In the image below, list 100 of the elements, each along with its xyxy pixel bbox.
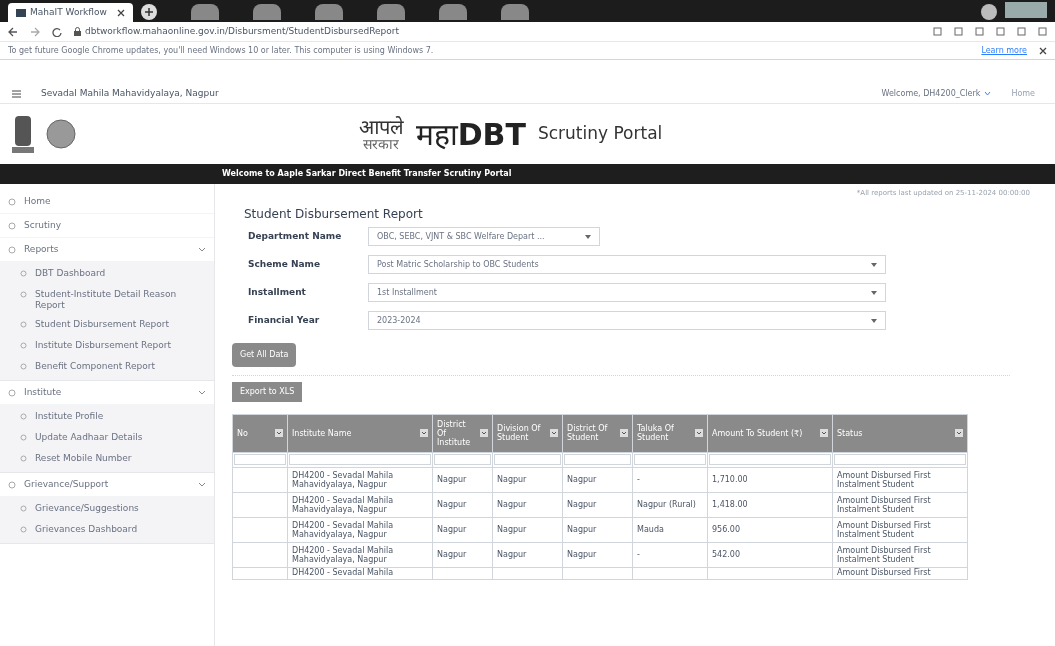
address-bar[interactable]: dbtworkflow.mahaonline.gov.in/Disbursment/StudentDisbursedReport <box>74 24 921 39</box>
table-cell: Amount Disbursed First Instalment Student <box>837 470 931 489</box>
sidebar-subitem[interactable]: Grievances Dashboard <box>0 520 214 541</box>
close-icon <box>1039 46 1047 55</box>
window-controls[interactable] <box>1005 2 1047 18</box>
column-header[interactable]: Division Of Student <box>492 414 563 452</box>
table-cell: Nagpur <box>437 525 467 534</box>
table-cell: 1,710.00 <box>712 475 748 484</box>
blurred-tab[interactable] <box>315 4 343 20</box>
table-cell: - <box>637 475 640 484</box>
filter-input[interactable] <box>289 454 431 465</box>
sidebar-item[interactable]: Home <box>0 190 214 214</box>
column-header[interactable]: Amount To Student (₹) <box>707 414 833 452</box>
menu-item-icon <box>8 197 16 206</box>
filter-input[interactable] <box>634 454 706 465</box>
field-label: Scheme Name <box>248 257 322 271</box>
blurred-tab[interactable] <box>439 4 467 20</box>
column-header[interactable]: Institute Name <box>287 414 433 452</box>
select-field[interactable]: Post Matric Scholarship to OBC Students <box>368 255 886 274</box>
sidebar-subitem[interactable]: Reset Mobile Number <box>0 449 214 470</box>
menu-item-icon <box>20 505 27 512</box>
sidebar-subitem[interactable]: Institute Profile <box>0 407 214 428</box>
table-cell: 542.00 <box>712 550 740 559</box>
export-button[interactable]: Export to XLS <box>232 381 303 402</box>
blurred-tab[interactable] <box>501 4 529 20</box>
logo-text: महा <box>415 115 458 154</box>
filter-icon <box>275 429 283 437</box>
filter-icon <box>550 429 558 437</box>
column-header[interactable]: District Of Institute <box>432 414 493 452</box>
table-cell: Nagpur <box>437 500 467 509</box>
caret-icon <box>585 234 591 239</box>
field-label: Financial Year <box>248 313 321 327</box>
table-cell: Amount Disbursed First Instalment Student <box>837 545 931 564</box>
table-cell: DH4200 - Sevadal Mahila Mahavidyalaya, Nagpur <box>292 545 394 564</box>
sidebar-subitem[interactable]: Institute Disbursement Report <box>0 336 214 357</box>
url-text: dbtworkflow.mahaonline.gov.in/Disbursment/StudentDisbursedReport <box>85 24 399 38</box>
favicon-icon <box>16 8 26 17</box>
menu-item-icon <box>20 455 27 462</box>
table-cell: Amount Disbursed First Instalment Student <box>837 495 931 514</box>
column-header[interactable]: Status <box>832 414 968 452</box>
table-cell: Nagpur <box>497 500 527 509</box>
sidebar-subitem[interactable]: Grievance/Suggestions <box>0 499 214 520</box>
emblem-icon <box>12 114 34 154</box>
filter-icon <box>820 429 828 437</box>
get-data-button[interactable]: Get All Data <box>232 342 297 367</box>
select-field[interactable]: 1st Installment <box>368 283 886 302</box>
user-menu[interactable]: Welcome, DH4200_Clerk <box>881 87 992 100</box>
filter-input[interactable] <box>564 454 631 465</box>
blurred-tab[interactable] <box>191 4 219 20</box>
sidebar-subitem[interactable]: Student-Institute Detail Reason Report <box>0 285 214 315</box>
sidebar-subitem[interactable]: DBT Dashboard <box>0 264 214 285</box>
menu-item-icon <box>8 245 16 254</box>
column-header[interactable]: District Of Student <box>562 414 633 452</box>
menu-item-icon <box>20 291 27 298</box>
menu-item-icon <box>20 363 27 370</box>
close-icon <box>117 8 125 17</box>
sidebar-subitem[interactable]: Student Disbursement Report <box>0 315 214 336</box>
table-cell: Nagpur <box>497 550 527 559</box>
learn-more-link[interactable]: Learn more <box>981 44 1027 57</box>
field-label: Installment <box>248 285 307 299</box>
caret-icon <box>871 290 877 295</box>
blurred-tab[interactable] <box>253 4 281 20</box>
menu-item-icon <box>20 526 27 533</box>
table-cell: - <box>637 550 640 559</box>
institute-name: Sevadal Mahila Mahavidyalaya, Nagpur <box>41 86 220 100</box>
sidebar-subitem[interactable]: Update Aadhaar Details <box>0 428 214 449</box>
caret-icon <box>871 318 877 323</box>
column-header[interactable]: Taluka Of Student <box>632 414 708 452</box>
home-link[interactable]: Home <box>1011 87 1035 100</box>
table-cell: Nagpur <box>497 475 527 484</box>
logo-text: आपले <box>358 117 404 137</box>
filter-icon <box>480 429 488 437</box>
filter-input[interactable] <box>709 454 831 465</box>
field-label: Department Name <box>248 229 343 243</box>
table-cell: Nagpur <box>437 550 467 559</box>
table-cell: Nagpur <box>567 525 597 534</box>
sidebar-subitem[interactable]: Benefit Component Report <box>0 357 214 378</box>
tab-title: MahaIT Workflow <box>30 5 108 19</box>
table-cell: DH4200 - Sevadal Mahila <box>292 567 394 577</box>
portal-title: Scrutiny Portal <box>537 122 663 146</box>
filter-input[interactable] <box>434 454 491 465</box>
table-cell: Nagpur (Rural) <box>637 500 696 509</box>
new-tab-icon <box>141 4 157 20</box>
filter-input[interactable] <box>834 454 966 465</box>
filter-input[interactable] <box>494 454 561 465</box>
filter-input[interactable] <box>234 454 286 465</box>
table-cell: DH4200 - Sevadal Mahila Mahavidyalaya, Nagpur <box>292 470 394 489</box>
table-cell: DH4200 - Sevadal Mahila Mahavidyalaya, Nagpur <box>292 495 394 514</box>
filter-icon <box>620 429 628 437</box>
forward-icon <box>30 26 40 37</box>
column-header[interactable]: No <box>232 414 288 452</box>
logo-text: DBT <box>457 115 526 154</box>
table-cell: Mauda <box>637 525 664 534</box>
report-title: Student Disbursement Report <box>244 205 424 223</box>
sidebar-item[interactable]: Scrutiny <box>0 214 214 238</box>
table-cell: Amount Disbursed First Instalment Student <box>837 520 931 539</box>
blurred-tab[interactable] <box>377 4 405 20</box>
select-field[interactable]: 2023-2024 <box>368 311 886 330</box>
browser-tab[interactable]: MahaIT Workflow <box>8 3 133 22</box>
select-field[interactable]: OBC, SEBC, VJNT & SBC Welfare Depart ... <box>368 227 600 246</box>
